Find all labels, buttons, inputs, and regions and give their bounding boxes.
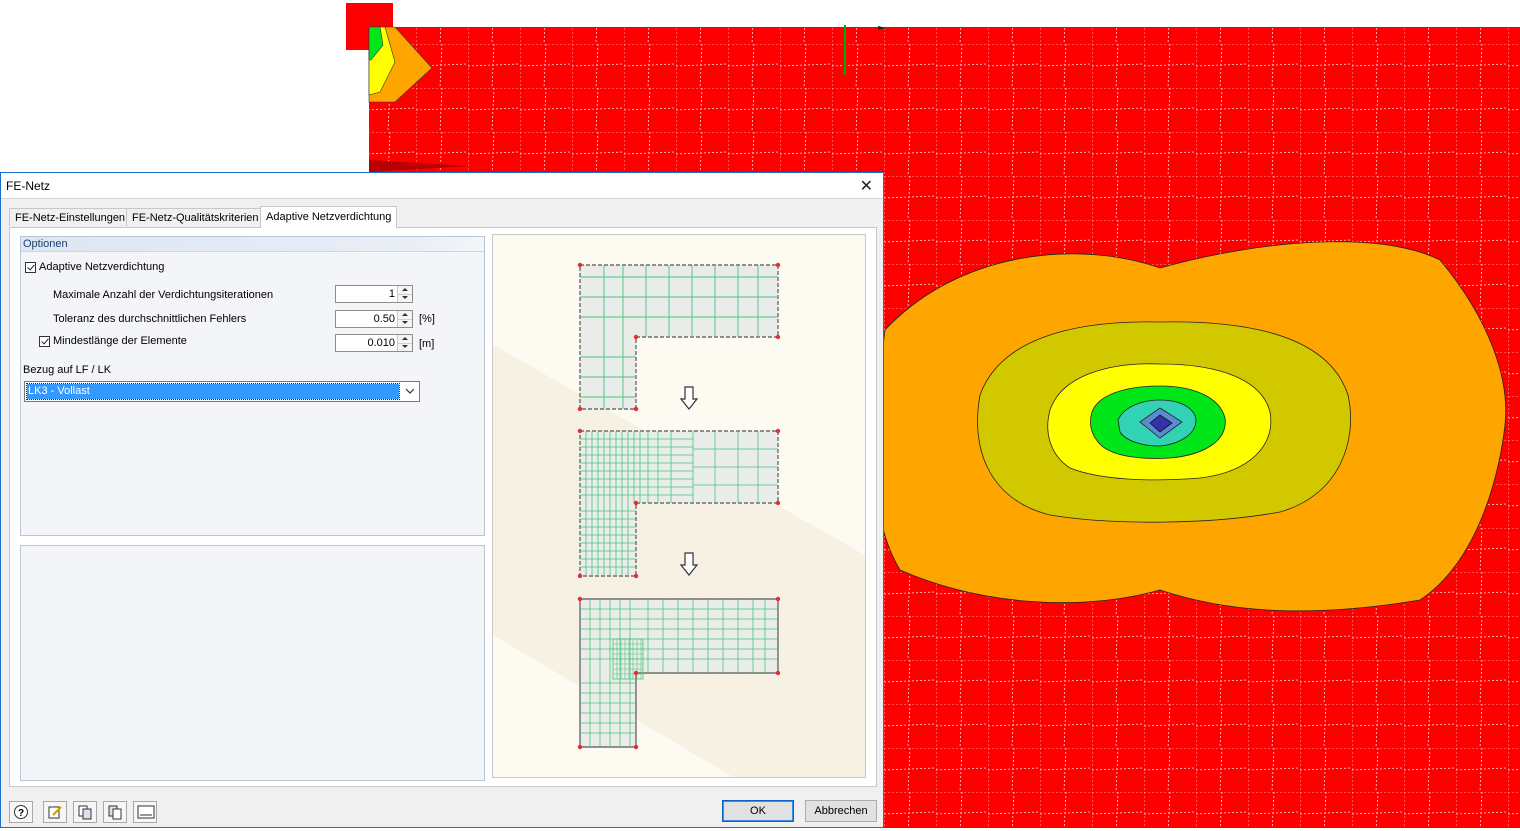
- min-length-checkbox[interactable]: [39, 336, 50, 347]
- adaptive-refinement-label: Adaptive Netzverdichtung: [39, 261, 165, 273]
- max-iterations-input[interactable]: [336, 286, 398, 302]
- tab-fe-mesh-quality[interactable]: FE-Netz-Qualitätskriterien: [126, 208, 265, 226]
- reference-label: Bezug auf LF / LK: [23, 364, 112, 376]
- copy-settings-button[interactable]: [73, 801, 97, 823]
- spinner-arrows: [397, 335, 412, 351]
- spin-down-icon[interactable]: [398, 319, 412, 327]
- chevron-down-icon[interactable]: [401, 382, 419, 401]
- spin-down-icon[interactable]: [398, 294, 412, 302]
- edit-button[interactable]: [43, 801, 67, 823]
- min-length-input[interactable]: [336, 335, 398, 351]
- cancel-button[interactable]: Abbrechen: [805, 800, 877, 822]
- down-arrow-icon: [679, 386, 699, 410]
- numeric-values-button[interactable]: [133, 801, 157, 823]
- paste-settings-icon: [108, 805, 122, 820]
- dialog-button-bar: ? OK Abbrechen: [1, 795, 883, 825]
- dialog-title: FE-Netz: [6, 179, 51, 193]
- paste-settings-button[interactable]: [103, 801, 127, 823]
- options-group: Optionen Adaptive Netzverdichtung Maxima…: [20, 236, 485, 536]
- min-length-spinner: [335, 334, 413, 352]
- ok-button[interactable]: OK: [722, 800, 794, 822]
- reference-selected-value: LK3 - Vollast: [26, 383, 400, 400]
- help-button[interactable]: ?: [9, 801, 33, 823]
- spin-down-icon[interactable]: [398, 343, 412, 351]
- dialog-titlebar[interactable]: FE-Netz ✕: [1, 173, 883, 199]
- help-icon: ?: [14, 805, 28, 819]
- max-iterations-label: Maximale Anzahl der Verdichtungsiteratio…: [53, 289, 274, 301]
- mesh-stage-coarse: [577, 262, 781, 412]
- tolerance-unit: [%]: [419, 313, 435, 325]
- min-length-unit: [m]: [419, 338, 435, 350]
- illustration-shade: [493, 345, 865, 777]
- reference-select[interactable]: LK3 - Vollast: [24, 381, 420, 402]
- max-iterations-spinner: [335, 285, 413, 303]
- svg-text:?: ?: [18, 808, 24, 819]
- tolerance-label: Toleranz des durchschnittlichen Fehlers: [53, 313, 247, 325]
- options-header: Optionen: [21, 237, 484, 252]
- copy-settings-icon: [78, 805, 92, 820]
- info-group: [20, 545, 485, 781]
- tolerance-spinner: [335, 310, 413, 328]
- tab-panel: Optionen Adaptive Netzverdichtung Maxima…: [9, 227, 877, 787]
- close-icon[interactable]: ✕: [860, 176, 873, 196]
- min-length-label: Mindestlänge der Elemente: [53, 335, 187, 347]
- fe-mesh-dialog: FE-Netz ✕ FE-Netz-Einstellungen FE-Netz-…: [0, 172, 884, 828]
- spinner-arrows: [397, 286, 412, 302]
- options-header-label: Optionen: [23, 238, 68, 250]
- tab-fe-mesh-settings[interactable]: FE-Netz-Einstellungen: [9, 208, 132, 226]
- edit-icon: [48, 806, 62, 819]
- tab-adaptive-refinement[interactable]: Adaptive Netzverdichtung: [260, 206, 398, 228]
- adaptive-refinement-checkbox[interactable]: [25, 262, 36, 273]
- spinner-arrows: [397, 311, 412, 327]
- refinement-diagram: [493, 262, 865, 777]
- numeric-values-icon: [137, 805, 155, 819]
- tolerance-input[interactable]: [336, 311, 398, 327]
- refinement-illustration: [492, 234, 866, 778]
